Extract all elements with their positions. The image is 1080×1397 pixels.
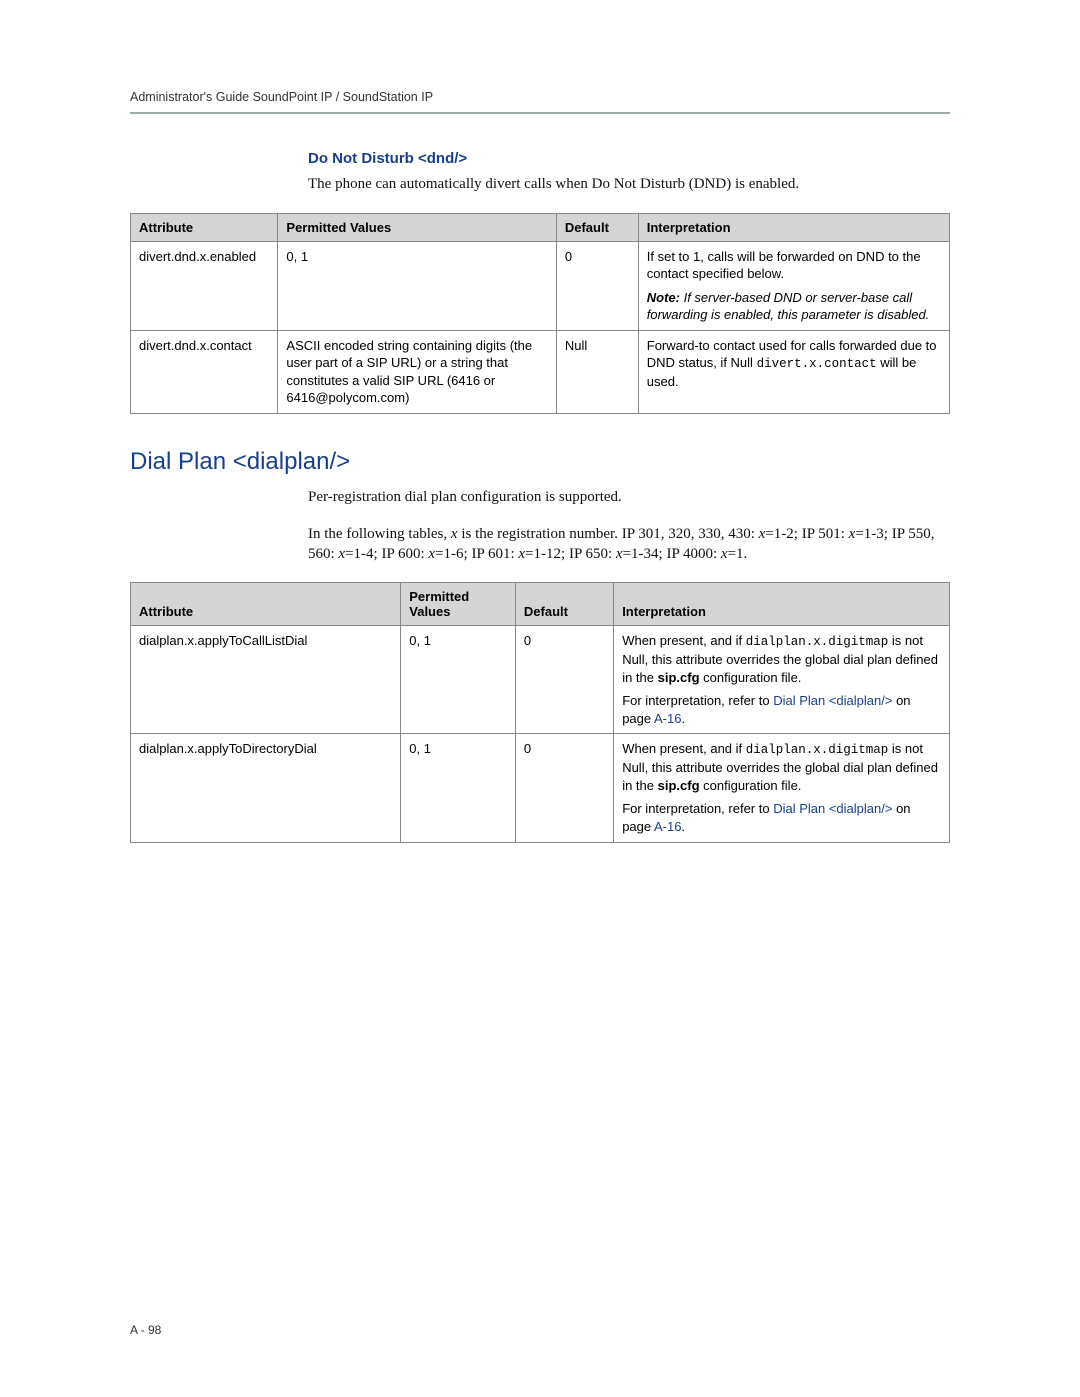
interp-p1: When present, and if dialplan.x.digitmap… xyxy=(622,632,941,686)
page-number: A - 98 xyxy=(130,1323,161,1337)
paragraph-dnd-intro: The phone can automatically divert calls… xyxy=(308,175,950,195)
note-body: If server-based DND or server-base call … xyxy=(647,290,930,323)
frag: When present, and if xyxy=(622,741,746,756)
table-row: dialplan.x.applyToCallListDial 0, 1 0 Wh… xyxy=(131,626,950,734)
col-default: Default xyxy=(556,213,638,241)
paragraph-dialplan-1: Per-registration dial plan configuration… xyxy=(308,488,950,508)
interp-text: If set to 1, calls will be forwarded on … xyxy=(647,248,941,283)
interp-code: divert.x.contact xyxy=(757,357,877,371)
col-attribute: Attribute xyxy=(131,213,278,241)
cell-permitted: 0, 1 xyxy=(278,241,556,330)
bold: sip.cfg xyxy=(658,778,700,793)
col-permitted: Permitted Values xyxy=(278,213,556,241)
var-x: x xyxy=(451,526,458,542)
cross-ref-page[interactable]: A-16 xyxy=(654,819,681,834)
paragraph-dialplan-2: In the following tables, x is the regist… xyxy=(308,525,950,564)
cell-permitted: ASCII encoded string containing digits (… xyxy=(278,330,556,413)
cross-ref-link[interactable]: Dial Plan <dialplan/> xyxy=(773,801,892,816)
frag: When present, and if xyxy=(622,633,746,648)
table-dnd: Attribute Permitted Values Default Inter… xyxy=(130,213,950,414)
table-row: dialplan.x.applyToDirectoryDial 0, 1 0 W… xyxy=(131,734,950,842)
p2-frag: =1-4; IP 600: xyxy=(345,546,428,562)
interp-p2: For interpretation, refer to Dial Plan <… xyxy=(622,800,941,835)
page: Administrator's Guide SoundPoint IP / So… xyxy=(0,0,1080,1397)
cell-default: 0 xyxy=(515,734,613,842)
cell-default: 0 xyxy=(556,241,638,330)
cross-ref-link[interactable]: Dial Plan <dialplan/> xyxy=(773,693,892,708)
cell-permitted: 0, 1 xyxy=(401,734,516,842)
cell-permitted: 0, 1 xyxy=(401,626,516,734)
note-label: Note: xyxy=(647,290,680,305)
interp-p2: For interpretation, refer to Dial Plan <… xyxy=(622,692,941,727)
frag: . xyxy=(681,711,685,726)
cell-interpretation: When present, and if dialplan.x.digitmap… xyxy=(614,734,950,842)
bold: sip.cfg xyxy=(658,670,700,685)
cell-default: 0 xyxy=(515,626,613,734)
subheading-dnd: Do Not Disturb <dnd/> xyxy=(308,150,950,167)
p2-frag: =1-12; IP 650: xyxy=(525,546,616,562)
cell-attribute: dialplan.x.applyToCallListDial xyxy=(131,626,401,734)
var-x: x xyxy=(616,546,623,562)
table-header-row: Attribute Permitted Values Default Inter… xyxy=(131,583,950,626)
col-interpretation: Interpretation xyxy=(638,213,949,241)
p2-frag: In the following tables, xyxy=(308,526,451,542)
p2-frag: =1-6; IP 601: xyxy=(435,546,518,562)
cell-attribute: divert.dnd.x.contact xyxy=(131,330,278,413)
cell-interpretation: When present, and if dialplan.x.digitmap… xyxy=(614,626,950,734)
frag: . xyxy=(681,819,685,834)
table-dialplan: Attribute Permitted Values Default Inter… xyxy=(130,582,950,842)
col-default: Default xyxy=(515,583,613,626)
code: dialplan.x.digitmap xyxy=(746,635,889,649)
interp-p1: When present, and if dialplan.x.digitmap… xyxy=(622,740,941,794)
col-attribute: Attribute xyxy=(131,583,401,626)
cell-attribute: dialplan.x.applyToDirectoryDial xyxy=(131,734,401,842)
p2-frag: =1. xyxy=(728,546,748,562)
running-header: Administrator's Guide SoundPoint IP / So… xyxy=(130,90,950,114)
interp-note: Note: If server-based DND or server-base… xyxy=(647,289,941,324)
frag: configuration file. xyxy=(700,778,802,793)
frag: configuration file. xyxy=(700,670,802,685)
var-x: x xyxy=(721,546,728,562)
col-interpretation: Interpretation xyxy=(614,583,950,626)
p2-frag: =1-34; IP 4000: xyxy=(623,546,721,562)
cell-default: Null xyxy=(556,330,638,413)
frag: For interpretation, refer to xyxy=(622,693,773,708)
p2-frag: is the registration number. IP 301, 320,… xyxy=(458,526,759,542)
cell-interpretation: If set to 1, calls will be forwarded on … xyxy=(638,241,949,330)
p2-frag: =1-2; IP 501: xyxy=(765,526,848,542)
table-header-row: Attribute Permitted Values Default Inter… xyxy=(131,213,950,241)
col-permitted: Permitted Values xyxy=(401,583,516,626)
cell-interpretation: Forward-to contact used for calls forwar… xyxy=(638,330,949,413)
frag: For interpretation, refer to xyxy=(622,801,773,816)
table-row: divert.dnd.x.enabled 0, 1 0 If set to 1,… xyxy=(131,241,950,330)
code: dialplan.x.digitmap xyxy=(746,743,889,757)
table-row: divert.dnd.x.contact ASCII encoded strin… xyxy=(131,330,950,413)
cross-ref-page[interactable]: A-16 xyxy=(654,711,681,726)
cell-attribute: divert.dnd.x.enabled xyxy=(131,241,278,330)
heading-dialplan: Dial Plan <dialplan/> xyxy=(130,448,950,476)
